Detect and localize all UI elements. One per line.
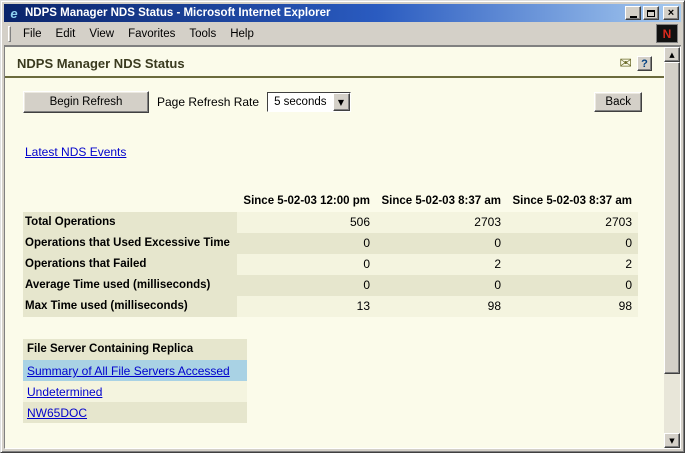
page-title: NDPS Manager NDS Status <box>17 56 619 71</box>
title-bar[interactable]: e NDPS Manager NDS Status - Microsoft In… <box>4 4 681 22</box>
novell-logo-icon: N <box>656 24 678 43</box>
events-row: Latest NDS Events <box>25 143 664 161</box>
window-title: NDPS Manager NDS Status - Microsoft Inte… <box>25 7 621 19</box>
scroll-down-button[interactable]: ▼ <box>664 433 680 448</box>
scrollbar-thumb[interactable] <box>664 62 680 374</box>
stats-row-label: Operations that Failed <box>23 254 237 275</box>
minimize-button[interactable] <box>625 6 641 20</box>
stats-row-label: Average Time used (milliseconds) <box>23 275 237 296</box>
stats-value: 2 <box>507 254 638 275</box>
stats-row-label: Operations that Used Excessive Time <box>23 233 237 254</box>
stats-value: 0 <box>237 275 376 296</box>
stats-row-label: Total Operations <box>23 212 237 233</box>
menu-view[interactable]: View <box>82 25 121 43</box>
summary-all-file-servers-link[interactable]: Summary of All File Servers Accessed <box>27 364 230 378</box>
close-button[interactable]: × <box>663 6 679 20</box>
replica-table: File Server Containing Replica Summary o… <box>23 339 247 423</box>
refresh-rate-value: 5 seconds <box>268 93 332 111</box>
menu-file[interactable]: File <box>16 25 49 43</box>
stats-corner-cell <box>23 191 237 212</box>
nw65doc-link[interactable]: NW65DOC <box>27 406 87 420</box>
browser-window: e NDPS Manager NDS Status - Microsoft In… <box>0 0 685 453</box>
maximize-button[interactable] <box>643 6 659 20</box>
stats-value: 98 <box>376 296 507 317</box>
page-header-icons: ✉ ? <box>619 56 652 71</box>
stats-table: Since 5-02-03 12:00 pm Since 5-02-03 8:3… <box>23 191 664 317</box>
stats-value: 0 <box>376 233 507 254</box>
refresh-rate-label: Page Refresh Rate <box>157 95 259 109</box>
table-row: NW65DOC <box>23 402 247 423</box>
begin-refresh-button[interactable]: Begin Refresh <box>23 91 149 113</box>
dropdown-arrow-icon[interactable]: ▼ <box>333 93 350 111</box>
stats-value: 0 <box>237 254 376 275</box>
menu-help[interactable]: Help <box>223 25 261 43</box>
table-row: Undetermined <box>23 381 247 402</box>
stats-value: 2 <box>376 254 507 275</box>
stats-value: 0 <box>237 233 376 254</box>
menu-edit[interactable]: Edit <box>49 25 83 43</box>
stats-row-label: Max Time used (milliseconds) <box>23 296 237 317</box>
page-header: NDPS Manager NDS Status ✉ ? <box>5 47 664 78</box>
stats-value: 0 <box>376 275 507 296</box>
stats-col-header: Since 5-02-03 12:00 pm <box>237 191 376 212</box>
maximize-icon <box>647 10 655 17</box>
menu-grip[interactable] <box>8 26 11 42</box>
stats-value: 98 <box>507 296 638 317</box>
stats-value: 0 <box>507 275 638 296</box>
help-icon[interactable]: ? <box>637 56 652 71</box>
internet-explorer-icon: e <box>7 7 21 20</box>
window-controls: × <box>625 6 679 20</box>
menu-favorites[interactable]: Favorites <box>121 25 182 43</box>
latest-nds-events-link[interactable]: Latest NDS Events <box>25 145 126 159</box>
scrollbar-track[interactable] <box>664 62 680 433</box>
browser-viewport: NDPS Manager NDS Status ✉ ? Begin Refres… <box>4 46 681 449</box>
table-row: Summary of All File Servers Accessed <box>23 360 247 381</box>
scroll-up-button[interactable]: ▲ <box>664 47 680 62</box>
menu-tools[interactable]: Tools <box>182 25 223 43</box>
stats-value: 0 <box>507 233 638 254</box>
stats-col-header: Since 5-02-03 8:37 am <box>376 191 507 212</box>
vertical-scrollbar[interactable]: ▲ ▼ <box>664 47 680 448</box>
stats-col-header: Since 5-02-03 8:37 am <box>507 191 638 212</box>
refresh-rate-select[interactable]: 5 seconds ▼ <box>267 92 350 112</box>
back-button[interactable]: Back <box>594 92 642 112</box>
menu-bar: File Edit View Favorites Tools Help N <box>4 22 681 46</box>
stats-value: 13 <box>237 296 376 317</box>
toolbar: Begin Refresh Page Refresh Rate 5 second… <box>23 91 642 113</box>
page-content: NDPS Manager NDS Status ✉ ? Begin Refres… <box>5 47 664 448</box>
undetermined-link[interactable]: Undetermined <box>27 385 102 399</box>
mail-icon[interactable]: ✉ <box>619 56 632 71</box>
stats-value: 506 <box>237 212 376 233</box>
stats-value: 2703 <box>376 212 507 233</box>
minimize-icon <box>630 16 637 18</box>
replica-table-header: File Server Containing Replica <box>23 339 247 360</box>
stats-value: 2703 <box>507 212 638 233</box>
